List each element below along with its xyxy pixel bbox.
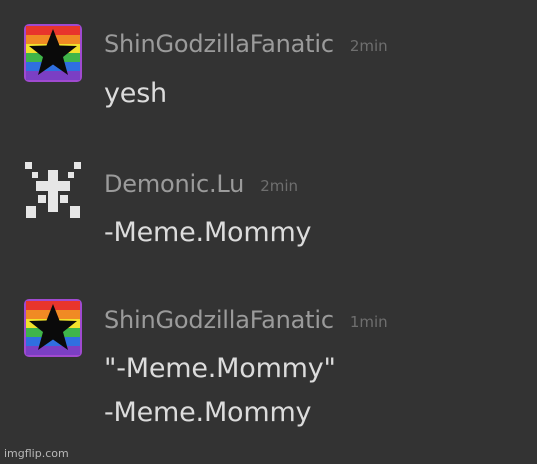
pixel-cross-avatar-icon[interactable] [24,162,82,220]
username[interactable]: ShinGodzillaFanatic [104,30,334,58]
message-header: ShinGodzillaFanatic 2min [104,30,388,58]
timestamp: 2min [349,37,388,55]
message-text-line: "-Meme.Mommy" [104,353,336,384]
timestamp: 2min [260,177,299,195]
message-header: Demonic.Lu 2min [104,170,298,198]
rainbow-star-avatar-icon[interactable] [24,24,82,82]
message-text: -Meme.Mommy [104,217,312,248]
timestamp: 1min [349,313,388,331]
username[interactable]: Demonic.Lu [104,170,244,198]
rainbow-star-avatar-icon[interactable] [24,299,82,357]
message-header: ShinGodzillaFanatic 1min [104,306,388,334]
username[interactable]: ShinGodzillaFanatic [104,306,334,334]
imgflip-watermark: imgflip.com [4,447,69,460]
message-text-line: -Meme.Mommy [104,397,312,428]
message-text: yesh [104,78,167,109]
